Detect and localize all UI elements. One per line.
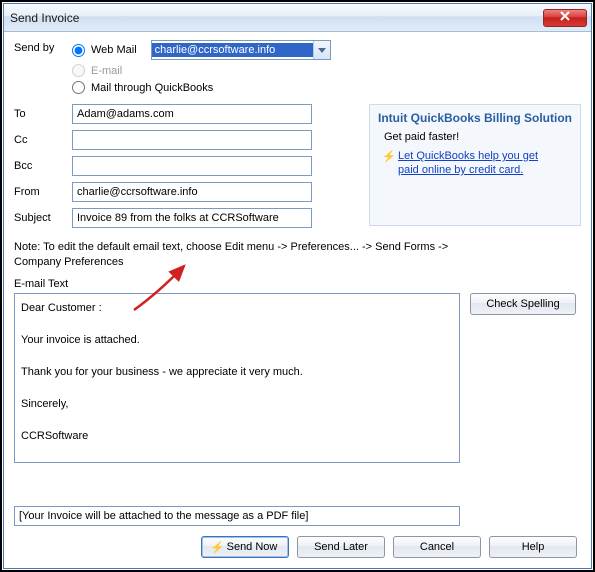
panel-subtitle: Get paid faster! (384, 131, 572, 143)
check-spelling-button[interactable]: Check Spelling (470, 293, 576, 315)
radio-webmail[interactable] (72, 44, 85, 57)
radio-quickbooks[interactable] (72, 81, 85, 94)
window-title: Send Invoice (10, 11, 79, 25)
bolt-icon: ⚡ (384, 149, 394, 163)
close-icon (560, 11, 570, 24)
help-button[interactable]: Help (489, 536, 577, 558)
webmail-account-dropdown[interactable]: charlie@ccrsoftware.info (151, 40, 331, 60)
to-input[interactable] (72, 104, 312, 124)
radio-email-label: E-mail (91, 65, 122, 77)
cc-label: Cc (14, 134, 72, 146)
radio-webmail-label: Web Mail (91, 44, 137, 56)
button-row: ⚡ Send Now Send Later Cancel Help (14, 526, 581, 562)
bolt-icon: ⚡ (213, 540, 223, 554)
bcc-input[interactable] (72, 156, 312, 176)
emailtext-label: E-mail Text (14, 278, 581, 290)
cc-input[interactable] (72, 130, 312, 150)
window-content: Send by Web Mail charlie@ccrsoftware.inf… (4, 32, 591, 568)
billing-link[interactable]: Let QuickBooks help you get paid online … (398, 150, 538, 176)
close-button[interactable] (543, 9, 587, 27)
email-body-textarea[interactable] (14, 293, 460, 463)
send-later-button[interactable]: Send Later (297, 536, 385, 558)
sendby-label: Send by (14, 40, 72, 54)
panel-title: Intuit QuickBooks Billing Solution (378, 111, 572, 125)
billing-solution-panel: Intuit QuickBooks Billing Solution Get p… (369, 104, 581, 226)
bcc-label: Bcc (14, 160, 72, 172)
from-input[interactable] (72, 182, 312, 202)
subject-input[interactable] (72, 208, 312, 228)
from-label: From (14, 186, 72, 198)
titlebar: Send Invoice (4, 4, 591, 32)
send-invoice-window: Send Invoice Send by Web Mail charlie@cc… (3, 3, 592, 569)
subject-label: Subject (14, 212, 72, 224)
radio-email (72, 64, 85, 77)
chevron-down-icon (313, 41, 330, 59)
preferences-note: Note: To edit the default email text, ch… (14, 240, 474, 270)
to-label: To (14, 108, 72, 120)
dropdown-value: charlie@ccrsoftware.info (152, 43, 313, 57)
radio-quickbooks-label: Mail through QuickBooks (91, 82, 213, 94)
send-now-button[interactable]: ⚡ Send Now (201, 536, 289, 558)
cancel-button[interactable]: Cancel (393, 536, 481, 558)
attachment-note: [Your Invoice will be attached to the me… (14, 506, 460, 526)
